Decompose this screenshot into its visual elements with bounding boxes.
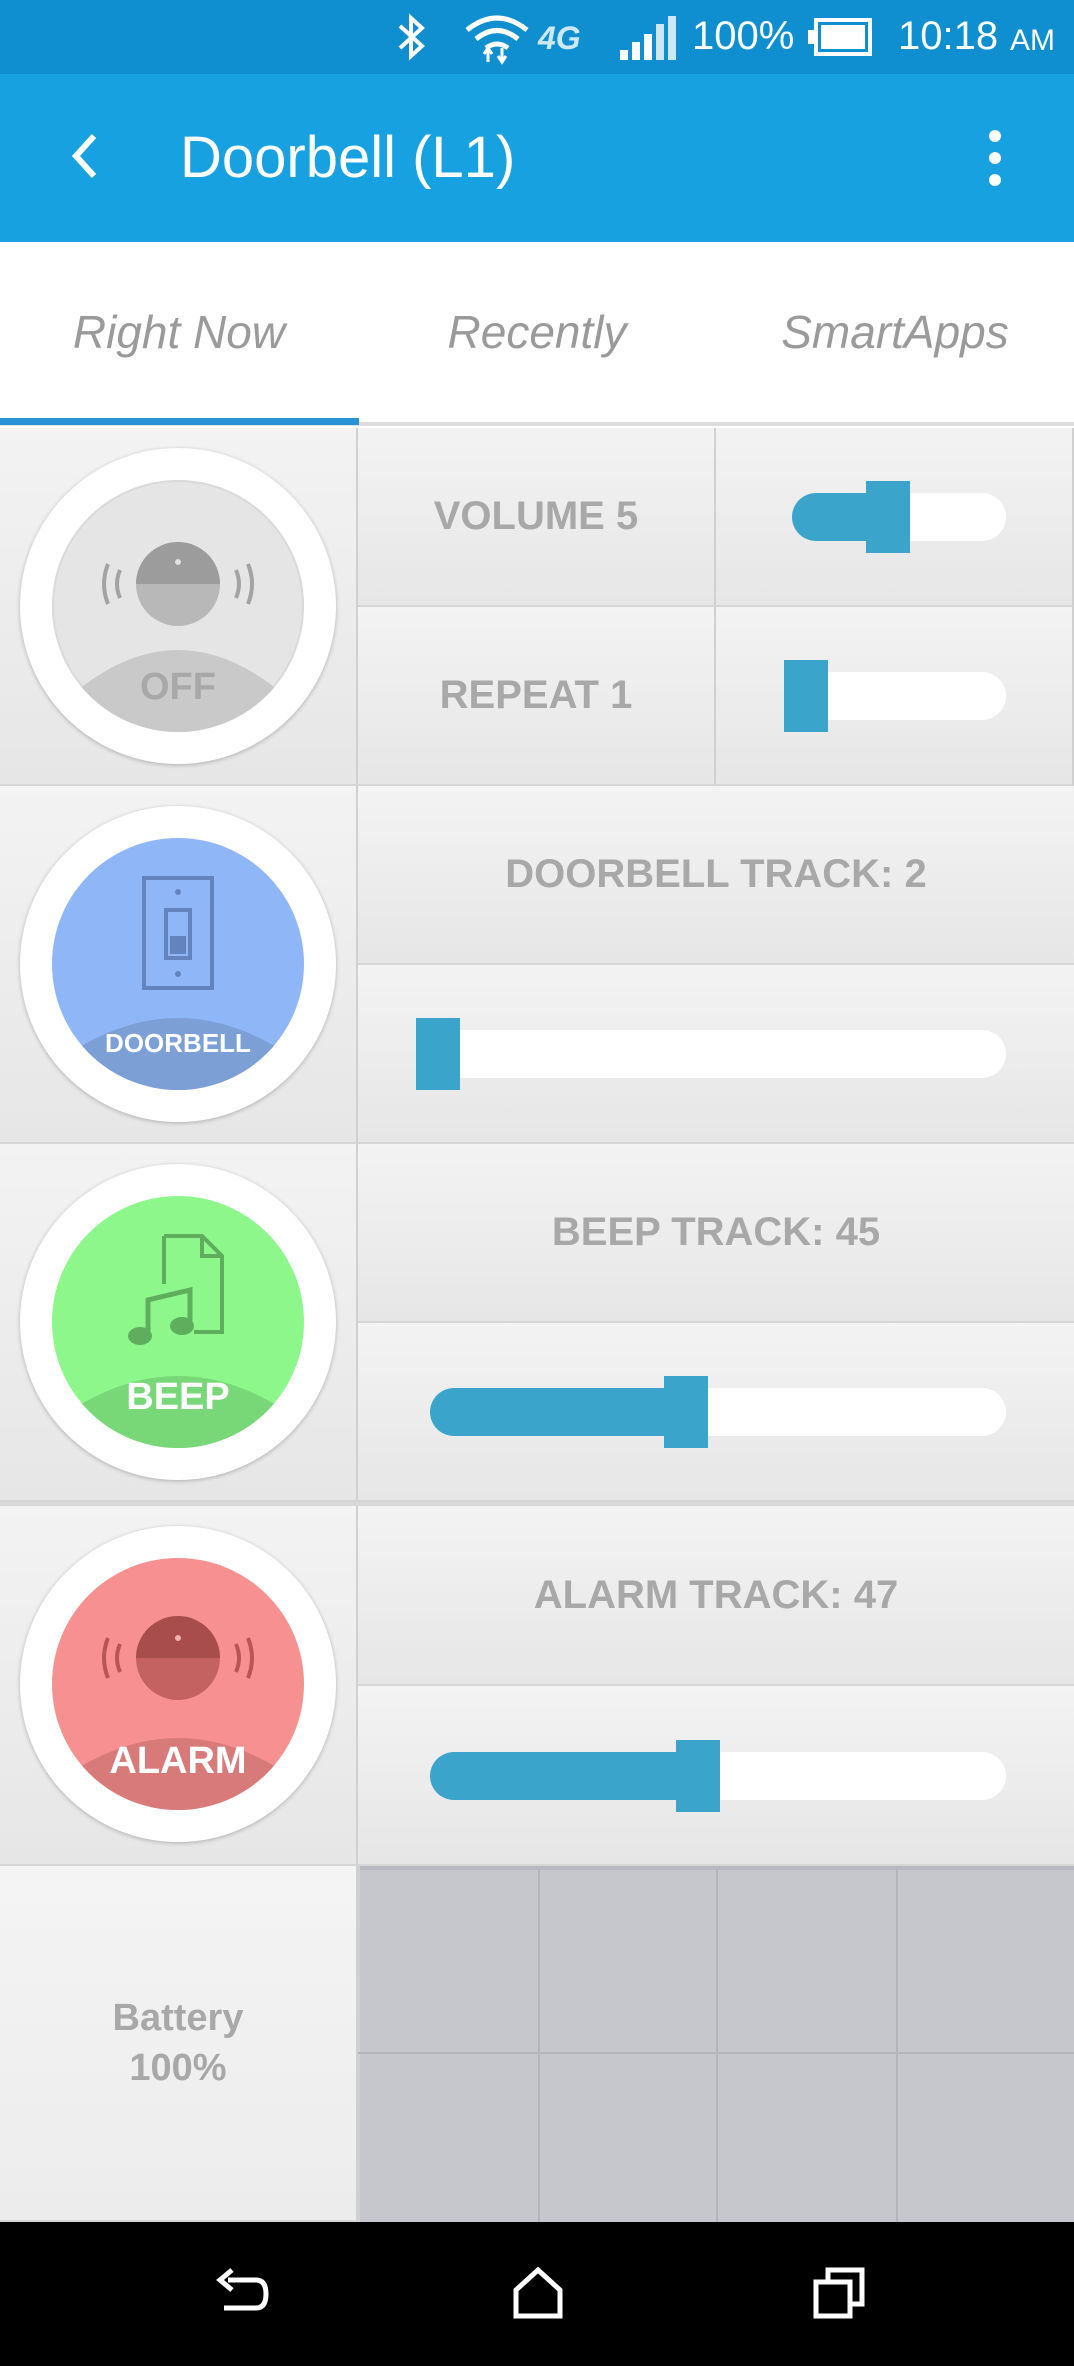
- page-title: Doorbell (L1): [180, 125, 516, 190]
- doorbell-label: DOORBELL: [105, 1028, 251, 1058]
- alarm-label: ALARM: [109, 1740, 247, 1782]
- alarm-tile[interactable]: ALARM: [0, 1506, 358, 1866]
- tab-smartapps[interactable]: SmartApps: [716, 242, 1074, 422]
- beep-track-slider-fill: [430, 1388, 666, 1436]
- alarm-track-slider-thumb[interactable]: [676, 1740, 720, 1812]
- repeat-slider[interactable]: [784, 660, 1006, 732]
- beep-track-label: BEEP TRACK: 45: [358, 1144, 1074, 1323]
- volume-slider[interactable]: [792, 481, 1006, 553]
- alarm-track-slider[interactable]: [430, 1740, 1006, 1812]
- signal-icon: [620, 16, 676, 60]
- section-divider: [0, 1502, 1074, 1506]
- recents-icon[interactable]: [812, 2266, 868, 2320]
- alarm-track-slider-fill: [430, 1752, 678, 1800]
- bluetooth-icon: [398, 13, 425, 61]
- repeat-slider-cell: [716, 607, 1074, 786]
- wifi-icon: [465, 15, 529, 65]
- battery-percent: 100%: [692, 14, 795, 58]
- app-bar: Doorbell (L1): [0, 74, 1074, 242]
- beep-label: BEEP: [126, 1376, 230, 1418]
- network-type: 4G: [538, 20, 581, 56]
- doorbell-track-slider-thumb[interactable]: [416, 1018, 460, 1090]
- clock: 10:18: [898, 14, 999, 58]
- battery-label: Battery: [112, 1997, 244, 2039]
- alarm-button[interactable]: ALARM: [20, 1526, 336, 1842]
- active-tab-indicator: [0, 418, 359, 425]
- doorbell-button[interactable]: DOORBELL: [20, 806, 336, 1122]
- alarm-track-label: ALARM TRACK: 47: [358, 1506, 1074, 1686]
- beep-button[interactable]: BEEP: [20, 1164, 336, 1480]
- battery-icon: [808, 18, 872, 56]
- battery-tile: Battery 100%: [0, 1866, 358, 2222]
- tab-recently[interactable]: Recently: [358, 242, 716, 422]
- repeat-slider-thumb[interactable]: [784, 660, 828, 732]
- doorbell-track-label: DOORBELL TRACK: 2: [358, 786, 1074, 965]
- off-tile[interactable]: OFF: [0, 428, 358, 786]
- volume-slider-cell: [716, 428, 1074, 607]
- home-icon[interactable]: [512, 2266, 564, 2320]
- off-disc: OFF: [52, 480, 304, 732]
- doorbell-disc: DOORBELL: [52, 838, 304, 1090]
- doorbell-track-slider[interactable]: [416, 1018, 1006, 1090]
- repeat-label: REPEAT 1: [358, 607, 716, 786]
- volume-slider-thumb[interactable]: [866, 481, 910, 553]
- navigation-bar: [0, 2222, 1074, 2366]
- tab-bar: Right Now Recently SmartApps: [0, 242, 1074, 426]
- more-vert-icon[interactable]: [970, 126, 1020, 190]
- status-bar: 4G 100% 10:18 AM: [0, 0, 1074, 74]
- alarm-track-slider-cell: [358, 1686, 1074, 1866]
- off-label: OFF: [140, 666, 216, 708]
- beep-disc: BEEP: [52, 1196, 304, 1448]
- off-button[interactable]: OFF: [20, 448, 336, 764]
- back-icon[interactable]: [212, 2266, 272, 2322]
- beep-tile[interactable]: BEEP: [0, 1144, 358, 1502]
- battery-value: 100%: [129, 2047, 227, 2089]
- alarm-disc: ALARM: [52, 1558, 304, 1810]
- doorbell-track-slider-cell: [358, 965, 1074, 1144]
- chevron-left-icon[interactable]: [56, 126, 116, 186]
- beep-track-slider[interactable]: [430, 1376, 1006, 1448]
- beep-track-slider-cell: [358, 1323, 1074, 1502]
- empty-tile-grid: [358, 1866, 1074, 2222]
- doorbell-tile[interactable]: DOORBELL: [0, 786, 358, 1144]
- volume-label: VOLUME 5: [358, 428, 716, 607]
- clock-ampm: AM: [1010, 24, 1055, 57]
- tab-right-now[interactable]: Right Now: [0, 242, 358, 422]
- beep-track-slider-thumb[interactable]: [664, 1376, 708, 1448]
